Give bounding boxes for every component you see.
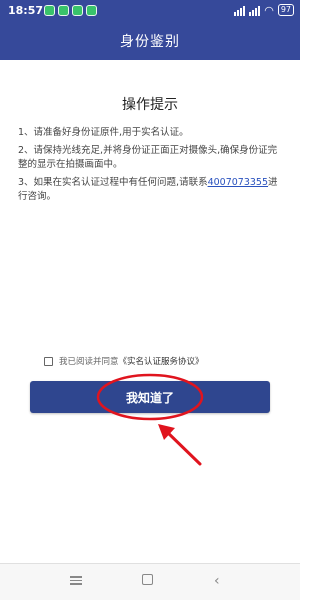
tip-item: 2、请保持光线充足,并将身份证正面正对摄像头,确保身份证完整的显示在拍摄画面中。 <box>18 145 278 170</box>
agreement-text: 我已阅读并同意《实名认证服务协议》 <box>59 355 204 367</box>
page-title: 身份鉴别 <box>120 34 180 50</box>
status-bar: 18:57 ◠ 97 <box>0 0 300 22</box>
annotation-arrow-head <box>158 424 175 440</box>
agreement-link[interactable]: 《实名认证服务协议》 <box>119 357 204 367</box>
status-time: 18:57 <box>8 4 44 17</box>
annotation-overlay <box>96 373 204 466</box>
tips-heading: 操作提示 <box>122 97 178 113</box>
status-indicators: ◠ 97 <box>234 4 294 16</box>
title-bar: 身份鉴别 <box>0 22 300 60</box>
phone-link[interactable]: 4007073355 <box>208 177 268 188</box>
tip-item: 1、请准备好身份证原件,用于实名认证。 <box>18 127 189 138</box>
app-notification-icon <box>58 5 69 16</box>
battery-icon: 97 <box>277 4 294 16</box>
annotation-arrow-shaft <box>163 428 202 466</box>
back-icon[interactable]: ‹ <box>214 574 228 588</box>
confirm-button[interactable]: 我知道了 <box>30 381 270 413</box>
home-icon[interactable] <box>142 574 156 588</box>
agreement-prefix: 我已阅读并同意 <box>59 357 119 367</box>
app-notification-icon <box>44 5 55 16</box>
tip-item: 3、如果在实名认证过程中有任何问题,请联系4007073355进行咨询。 <box>18 176 284 204</box>
wifi-icon: ◠ <box>264 3 274 17</box>
signal-icon <box>234 5 246 16</box>
tip-text: 3、如果在实名认证过程中有任何问题,请联系 <box>18 177 208 188</box>
agreement-checkbox[interactable] <box>44 356 53 366</box>
signal-icon-2 <box>249 5 261 16</box>
menu-icon[interactable] <box>70 574 84 588</box>
app-notification-icon <box>72 5 83 16</box>
notification-icons <box>44 5 97 16</box>
tips-list: 1、请准备好身份证原件,用于实名认证。 2、请保持光线充足,并将身份证正面正对摄… <box>18 126 284 208</box>
app-notification-icon <box>86 5 97 16</box>
system-nav-bar: ‹ <box>0 563 300 600</box>
agreement-row: 我已阅读并同意《实名认证服务协议》 <box>44 355 264 367</box>
